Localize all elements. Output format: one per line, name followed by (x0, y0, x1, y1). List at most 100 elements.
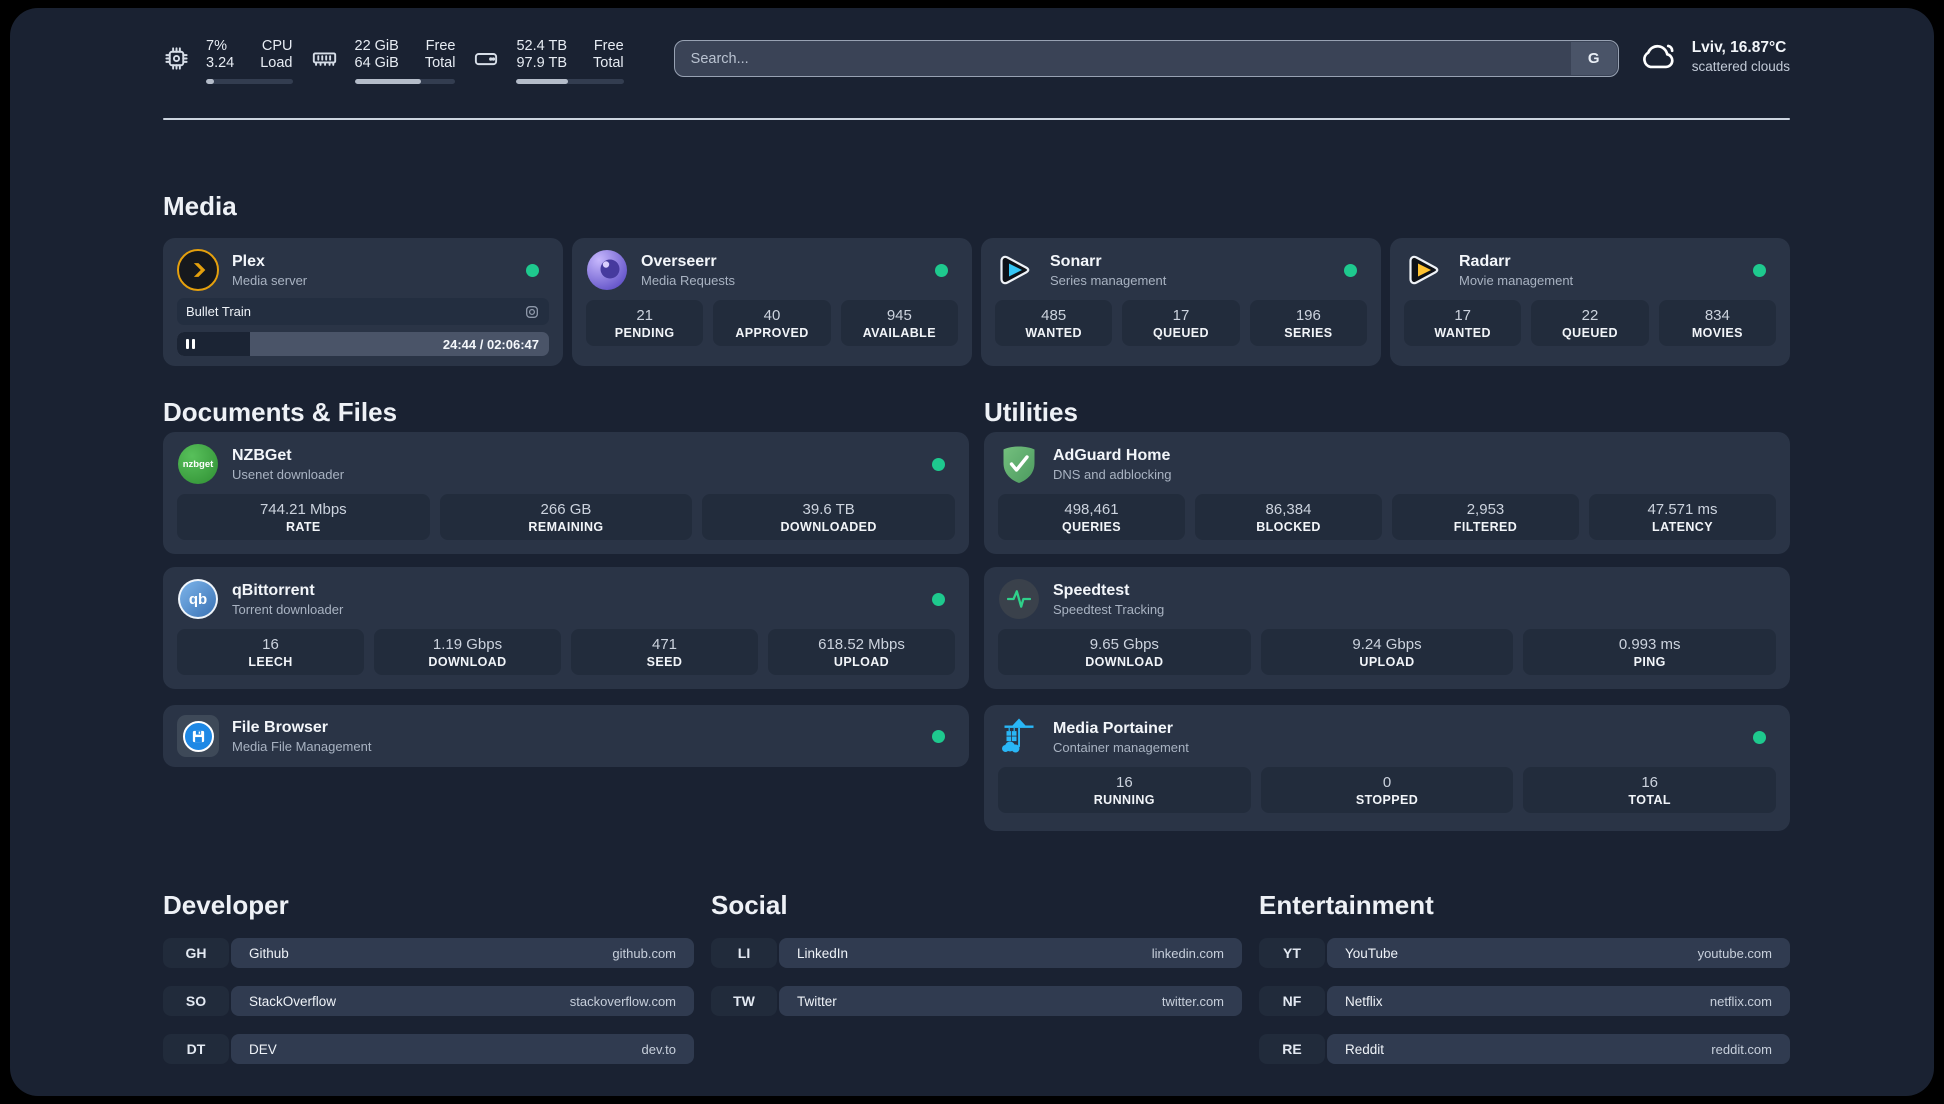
stat-label: UPLOAD (833, 654, 890, 669)
app-card-sonarr[interactable]: Sonarr Series management 485 WANTED 17 Q… (981, 238, 1381, 366)
stat-value: 16 (1115, 773, 1133, 791)
nzbget-icon: nzbget (177, 443, 219, 485)
link-row-github[interactable]: GH Github github.com (163, 938, 694, 968)
status-dot (932, 457, 945, 471)
speedtest-icon (998, 578, 1040, 620)
stat-value: 47.571 ms (1647, 500, 1718, 518)
stat-tile: 471 SEED (571, 629, 758, 675)
storage-progress-bar (516, 79, 624, 84)
cpu-chip-icon (163, 38, 190, 78)
weather-widget: Lviv, 16.87°C scattered clouds (1639, 39, 1790, 74)
stat-value: 196 (1295, 306, 1321, 324)
app-card-plex[interactable]: Plex Media server Bullet Train 24:44 / 0… (163, 238, 563, 366)
app-card-adguard[interactable]: AdGuard Home DNS and adblocking 498,461 … (984, 432, 1790, 554)
link-abbr: SO (163, 986, 229, 1016)
app-name: Speedtest (1053, 581, 1130, 599)
search-bar: G (673, 40, 1619, 77)
link-url: github.com (612, 945, 676, 961)
stat-label: LEECH (248, 654, 293, 669)
pause-button[interactable] (186, 332, 195, 356)
stat-value: 834 (1704, 306, 1730, 324)
link-row-stackoverflow[interactable]: SO StackOverflow stackoverflow.com (163, 986, 694, 1016)
stat-tile: 17 WANTED (1404, 300, 1522, 346)
filebrowser-icon (177, 715, 219, 757)
cpu-load: 3.24 (206, 55, 235, 71)
link-abbr: RE (1259, 1034, 1325, 1064)
cpu-progress-bar (206, 79, 293, 84)
link-row-twitter[interactable]: TW Twitter twitter.com (711, 986, 1242, 1016)
section-title-entertainment: Entertainment (1259, 890, 1434, 920)
link-row-linkedin[interactable]: LI LinkedIn linkedin.com (711, 938, 1242, 968)
stat-value: 16 (262, 635, 279, 653)
link-url: stackoverflow.com (569, 993, 676, 1009)
social-section: Social LI LinkedIn linkedin.com TW Twitte… (711, 889, 1242, 1082)
status-dot (932, 592, 945, 606)
app-name: File Browser (232, 718, 329, 736)
app-name: Plex (232, 252, 265, 270)
status-dot (1753, 730, 1766, 744)
stat-label: PING (1633, 654, 1666, 669)
stat-value: 86,384 (1265, 500, 1312, 518)
link-name: Reddit (1345, 1041, 1385, 1057)
overseerr-icon (586, 249, 628, 291)
link-url: linkedin.com (1151, 945, 1224, 961)
stat-tile: 0 STOPPED (1260, 767, 1514, 813)
app-card-radarr[interactable]: Radarr Movie management 17 WANTED 22 QUE… (1390, 238, 1790, 366)
stat-label: BLOCKED (1256, 519, 1321, 534)
storage-free: 52.4 TB (516, 38, 568, 54)
app-description: Torrent downloader (232, 601, 344, 617)
link-row-youtube[interactable]: YT YouTube youtube.com (1259, 938, 1790, 968)
stat-label: PENDING (614, 325, 675, 340)
stat-value: 471 (651, 635, 678, 653)
stat-tile: 744.21 Mbps RATE (177, 494, 430, 540)
link-name: DEV (249, 1041, 277, 1057)
stat-value: 2,953 (1466, 500, 1505, 518)
link-url: twitter.com (1161, 993, 1224, 1009)
sonarr-icon (995, 249, 1037, 291)
link-row-dev[interactable]: DT DEV dev.to (163, 1034, 694, 1064)
search-provider-button[interactable]: G (1570, 42, 1617, 75)
app-card-overseerr[interactable]: Overseerr Media Requests 21 PENDING 40 A… (572, 238, 972, 366)
app-name: Radarr (1459, 252, 1511, 270)
app-card-filebrowser[interactable]: File Browser Media File Management (163, 705, 969, 767)
stat-value: 21 (636, 306, 653, 324)
link-row-netflix[interactable]: NF Netflix netflix.com (1259, 986, 1790, 1016)
elapsed-time: 24:44 / 02:06:47 (442, 336, 539, 352)
stat-tile: 0.993 ms PING (1523, 629, 1776, 675)
link-url: youtube.com (1697, 945, 1772, 961)
app-name: qBittorrent (232, 581, 315, 599)
stat-value: 39.6 TB (802, 500, 855, 518)
section-title-media: Media (163, 191, 237, 221)
app-name: AdGuard Home (1053, 446, 1171, 464)
stat-label: REMAINING (528, 519, 604, 534)
stat-tile: 266 GB REMAINING (439, 494, 693, 540)
stat-value: 0 (1382, 773, 1392, 791)
app-card-nzbget[interactable]: nzbget NZBGet Usenet downloader 744.21 M… (163, 432, 969, 554)
link-abbr: DT (163, 1034, 229, 1064)
stat-value: 16 (1641, 773, 1658, 791)
stat-label: DOWNLOAD (428, 654, 507, 669)
app-card-qbittorrent[interactable]: qb qBittorrent Torrent downloader 16 LEE… (163, 567, 969, 689)
qbittorrent-icon: qb (177, 578, 219, 620)
link-abbr: GH (163, 938, 229, 968)
app-description: Speedtest Tracking (1053, 601, 1165, 617)
stat-label: QUEUED (1153, 325, 1209, 340)
stat-tile: 1.19 Gbps DOWNLOAD (374, 629, 561, 675)
link-row-reddit[interactable]: RE Reddit reddit.com (1259, 1034, 1790, 1064)
link-url: reddit.com (1711, 1041, 1772, 1057)
now-playing-title: Bullet Train (186, 304, 252, 319)
app-card-speedtest[interactable]: Speedtest Speedtest Tracking 9.65 Gbps D… (984, 567, 1790, 689)
disc-icon[interactable] (524, 304, 540, 320)
app-card-portainer[interactable]: Media Portainer Container management 16 … (984, 705, 1790, 831)
app-name: Media Portainer (1053, 719, 1174, 737)
memory-stat: 22 GiB Free 64 GiB Total (310, 38, 456, 84)
stat-value: 40 (763, 306, 781, 324)
stat-value: 498,461 (1064, 500, 1119, 518)
memory-progress-bar (354, 79, 456, 84)
dashboard-panel: 7% CPU 3.24 Load 22 GiB Free 64 GiB Tota… (10, 8, 1934, 1096)
link-abbr: NF (1259, 986, 1325, 1016)
memory-total-label: Total (424, 55, 456, 71)
link-name: Twitter (797, 993, 837, 1009)
search-input[interactable] (673, 40, 1619, 77)
developer-section: Developer GH Github github.com SO StackOv… (163, 889, 694, 1082)
